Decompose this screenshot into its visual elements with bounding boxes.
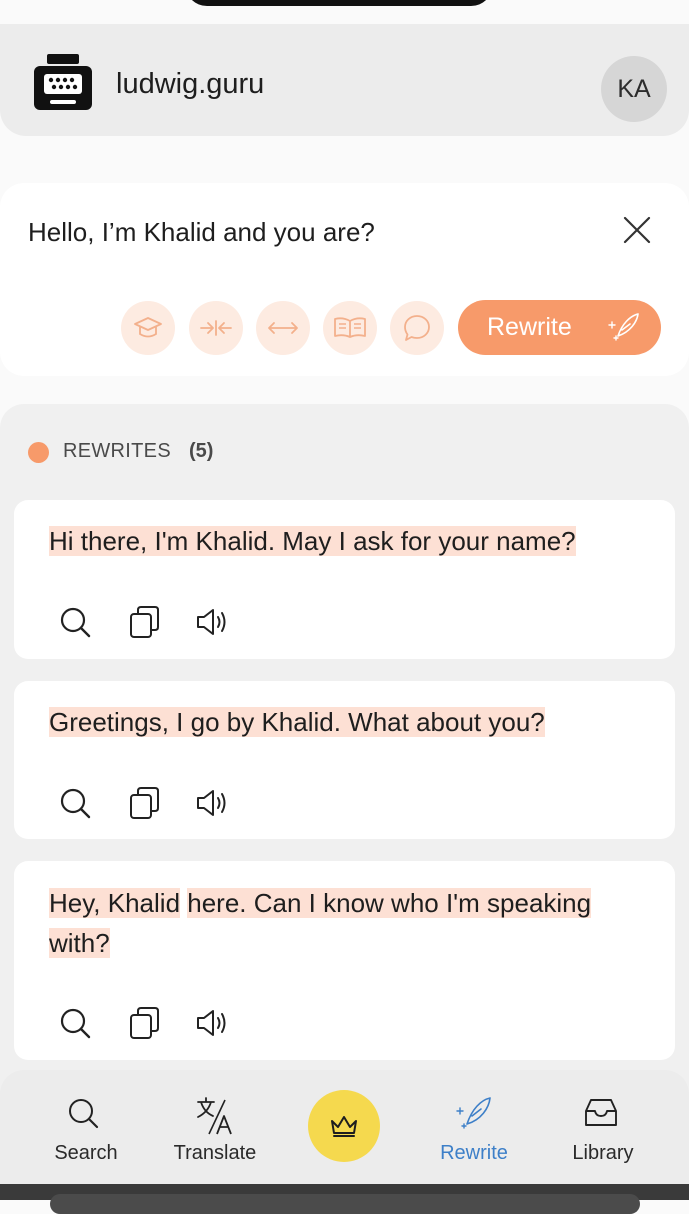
rewrite-button-label: Rewrite xyxy=(487,313,572,341)
rewrite-card[interactable]: Hi there, I'm Khalid. May I ask for your… xyxy=(14,500,675,659)
app-header: ludwig.guru KA xyxy=(0,24,689,136)
expand-arrows-icon xyxy=(268,322,298,334)
rewrite-card[interactable]: Greetings, I go by Khalid. What about yo… xyxy=(14,681,675,839)
premium-crown-button[interactable] xyxy=(308,1090,380,1162)
dictionary-button[interactable] xyxy=(323,301,377,355)
nav-label: Rewrite xyxy=(440,1142,508,1164)
copy-icon[interactable] xyxy=(128,1006,162,1040)
rewrite-text-highlight: here. Can I know who I'm speaking xyxy=(187,888,592,918)
speaker-icon[interactable] xyxy=(196,1006,230,1040)
typewriter-logo-icon[interactable] xyxy=(34,54,92,110)
rewrite-text-highlight: with? xyxy=(49,928,110,958)
nav-item-library[interactable]: Library xyxy=(548,1096,658,1166)
rewrite-card[interactable]: Hey, Khalid here. Can I know who I'm spe… xyxy=(14,861,675,1060)
nav-item-rewrite[interactable]: Rewrite xyxy=(419,1096,529,1166)
rewrite-text-highlight: Greetings, I go by Khalid. What about yo… xyxy=(49,707,545,737)
rewrite-text-highlight: Hi there, I'm Khalid. May I ask for your… xyxy=(49,526,576,556)
user-avatar[interactable]: KA xyxy=(601,56,667,122)
formal-tone-button[interactable] xyxy=(121,301,175,355)
inbox-icon xyxy=(585,1099,617,1126)
shorten-arrows-icon xyxy=(200,320,232,336)
casual-tone-button[interactable] xyxy=(390,301,444,355)
rewrite-button[interactable]: Rewrite xyxy=(458,300,661,355)
crown-icon xyxy=(331,1116,357,1137)
search-icon[interactable] xyxy=(58,786,92,820)
translate-icon xyxy=(197,1097,232,1135)
copy-icon[interactable] xyxy=(128,786,162,820)
quill-sparkle-icon xyxy=(608,313,639,341)
chat-bubble-icon xyxy=(404,315,430,341)
clear-input-button[interactable] xyxy=(620,213,654,247)
nav-label: Search xyxy=(54,1142,118,1164)
speaker-icon[interactable] xyxy=(196,605,230,639)
query-input[interactable]: Hello, I’m Khalid and you are? xyxy=(28,217,375,248)
search-icon xyxy=(69,1099,99,1129)
site-name[interactable]: ludwig.guru xyxy=(116,68,264,101)
shorten-button[interactable] xyxy=(189,301,243,355)
graduation-cap-icon xyxy=(134,317,162,338)
quill-icon xyxy=(456,1097,491,1129)
speaker-icon[interactable] xyxy=(196,786,230,820)
nav-label: Library xyxy=(572,1142,634,1164)
expand-button[interactable] xyxy=(256,301,310,355)
rewrite-text[interactable]: Hey, Khalid here. Can I know who I'm spe… xyxy=(49,883,649,963)
search-icon[interactable] xyxy=(58,605,92,639)
rewrite-text[interactable]: Greetings, I go by Khalid. What about yo… xyxy=(49,702,649,742)
rewrite-text-highlight: Hey, Khalid xyxy=(49,888,181,918)
nav-label: Translate xyxy=(173,1142,257,1164)
nav-item-search[interactable]: Search xyxy=(31,1096,141,1166)
search-icon[interactable] xyxy=(58,1006,92,1040)
rewrites-label: REWRITES xyxy=(63,440,171,462)
nav-item-translate[interactable]: Translate xyxy=(160,1096,270,1166)
rewrites-status-dot xyxy=(28,442,49,463)
rewrites-count: (5) xyxy=(189,440,214,462)
copy-icon[interactable] xyxy=(128,605,162,639)
rewrite-text[interactable]: Hi there, I'm Khalid. May I ask for your… xyxy=(49,521,649,561)
browser-address-field[interactable] xyxy=(50,1194,640,1214)
device-notch xyxy=(185,0,493,6)
open-book-icon xyxy=(334,317,366,338)
